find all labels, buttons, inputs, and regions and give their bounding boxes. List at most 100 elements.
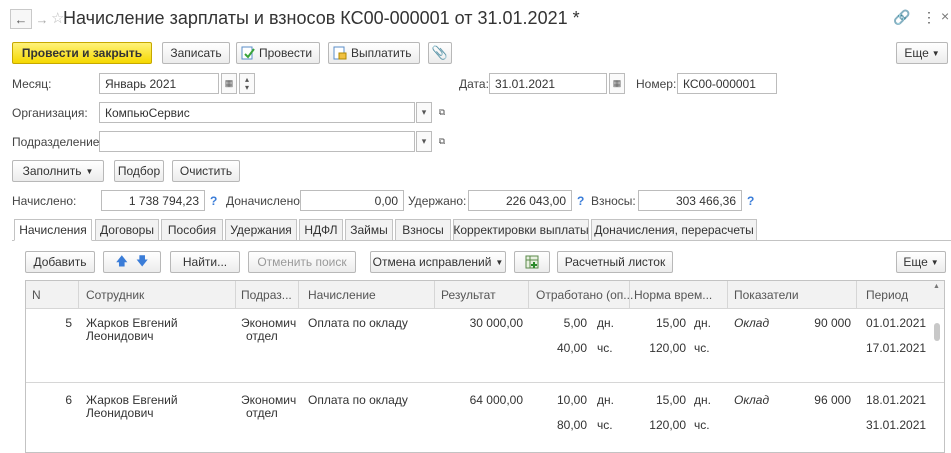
col-accrual[interactable]: Начисление bbox=[308, 288, 376, 302]
accruals-table[interactable]: N Сотрудник Подраз... Начисление Результ… bbox=[25, 280, 945, 453]
department-field[interactable] bbox=[99, 131, 415, 152]
row1-period-to[interactable]: 17.01.2021 bbox=[866, 341, 926, 355]
pay-button-label: Выплатить bbox=[351, 46, 412, 60]
scroll-up-icon[interactable]: ▲ bbox=[933, 283, 940, 290]
row2-period-to[interactable]: 31.01.2021 bbox=[866, 418, 926, 432]
col-norm[interactable]: Норма врем... bbox=[634, 288, 712, 302]
table-scrollbar[interactable]: ▲ bbox=[933, 283, 942, 451]
row2-indicator-value[interactable]: 96 000 bbox=[796, 393, 851, 407]
row2-norm-days[interactable]: 15,00 bbox=[641, 393, 686, 407]
row2-accrual[interactable]: Оплата по окладу bbox=[308, 393, 408, 407]
row2-department[interactable]: Экономич bbox=[241, 393, 296, 407]
col-employee[interactable]: Сотрудник bbox=[86, 288, 144, 302]
post-and-close-button[interactable]: Провести и закрыть bbox=[12, 42, 152, 64]
pick-button[interactable]: Подбор bbox=[114, 160, 164, 182]
row1-department[interactable]: Экономич bbox=[241, 316, 296, 330]
contrib-label: Взносы: bbox=[591, 194, 636, 208]
cancel-search-button[interactable]: Отменить поиск bbox=[248, 251, 356, 273]
row1-worked-days[interactable]: 5,00 bbox=[546, 316, 587, 330]
row1-employee-name[interactable]: Жарков Евгений bbox=[86, 316, 178, 330]
add-row-button[interactable]: Добавить bbox=[25, 251, 95, 273]
row2-department-2[interactable]: отдел bbox=[246, 406, 278, 420]
date-label: Дата: bbox=[459, 77, 489, 91]
tab-loans[interactable]: Займы bbox=[345, 219, 393, 241]
col-n[interactable]: N bbox=[32, 288, 41, 302]
row1-norm-hours[interactable]: 120,00 bbox=[641, 341, 686, 355]
tab-deductions[interactable]: Удержания bbox=[225, 219, 297, 241]
col-sep bbox=[434, 281, 435, 309]
row1-n: 5 bbox=[65, 316, 72, 330]
payslip-button[interactable]: Расчетный листок bbox=[557, 251, 673, 273]
scrollbar-thumb[interactable] bbox=[934, 323, 940, 341]
move-buttons[interactable]: 🡅 🡇 bbox=[103, 251, 161, 273]
row-separator bbox=[26, 382, 944, 383]
number-field[interactable]: КС00-000001 bbox=[677, 73, 777, 94]
row1-department-2[interactable]: отдел bbox=[246, 329, 278, 343]
row2-norm-hours[interactable]: 120,00 bbox=[641, 418, 686, 432]
withheld-help-icon[interactable]: ? bbox=[577, 194, 584, 208]
post-button[interactable]: Провести bbox=[236, 42, 320, 64]
row1-indicator-value[interactable]: 90 000 bbox=[796, 316, 851, 330]
paperclip-icon: 📎 bbox=[431, 45, 449, 60]
date-field[interactable]: 31.01.2021 bbox=[489, 73, 607, 94]
row1-norm-days[interactable]: 15,00 bbox=[641, 316, 686, 330]
grid-more-button[interactable]: Еще ▼ bbox=[896, 251, 946, 273]
tab-recalculations[interactable]: Доначисления, перерасчеты bbox=[591, 219, 757, 241]
date-calendar-icon[interactable]: ▦ bbox=[609, 73, 625, 94]
tab-contributions[interactable]: Взносы bbox=[395, 219, 451, 241]
tab-payment-corrections[interactable]: Корректировки выплаты bbox=[453, 219, 589, 241]
row2-norm-hours-unit: чс. bbox=[694, 418, 710, 432]
col-period[interactable]: Период bbox=[866, 288, 908, 302]
attach-button[interactable]: 📎 bbox=[428, 42, 452, 64]
col-result[interactable]: Результат bbox=[441, 288, 496, 302]
row1-accrual[interactable]: Оплата по окладу bbox=[308, 316, 408, 330]
row2-employee-name[interactable]: Жарков Евгений bbox=[86, 393, 178, 407]
more-menu-icon[interactable]: ⋮ bbox=[922, 9, 936, 26]
clear-button[interactable]: Очистить bbox=[172, 160, 240, 182]
contrib-help-icon[interactable]: ? bbox=[747, 194, 754, 208]
row1-employee-patronymic[interactable]: Леонидович bbox=[86, 329, 154, 343]
back-button[interactable]: ← bbox=[10, 9, 32, 29]
calendar-icon[interactable]: ▦ bbox=[221, 73, 237, 94]
link-icon[interactable]: 🔗 bbox=[893, 9, 910, 26]
find-button[interactable]: Найти... bbox=[170, 251, 240, 273]
row2-result[interactable]: 64 000,00 bbox=[431, 393, 523, 407]
arrow-up-icon[interactable]: 🡅 bbox=[116, 252, 128, 273]
row1-period-from[interactable]: 01.01.2021 bbox=[866, 316, 926, 330]
row2-worked-hours[interactable]: 80,00 bbox=[546, 418, 587, 432]
row1-worked-hours-unit: чс. bbox=[597, 341, 613, 355]
cancel-fix-button[interactable]: Отмена исправлений ▼ bbox=[370, 251, 506, 273]
col-indicators[interactable]: Показатели bbox=[734, 288, 799, 302]
row1-worked-hours[interactable]: 40,00 bbox=[546, 341, 587, 355]
col-worked[interactable]: Отработано (оп... bbox=[536, 288, 633, 302]
row2-worked-days[interactable]: 10,00 bbox=[546, 393, 587, 407]
row2-indicator[interactable]: Оклад bbox=[734, 393, 769, 407]
tab-accruals[interactable]: Начисления bbox=[14, 219, 92, 241]
dept-open-icon[interactable]: ⧉ bbox=[434, 131, 450, 152]
org-open-icon[interactable]: ⧉ bbox=[434, 102, 450, 123]
fill-button[interactable]: Заполнить ▼ bbox=[12, 160, 104, 182]
tab-contracts[interactable]: Договоры bbox=[95, 219, 159, 241]
table-settings-button[interactable] bbox=[514, 251, 550, 273]
tab-ndfl[interactable]: НДФЛ bbox=[299, 219, 343, 241]
pay-doc-icon bbox=[333, 46, 347, 60]
accrued-label: Начислено: bbox=[12, 194, 77, 208]
arrow-down-icon[interactable]: 🡇 bbox=[136, 252, 148, 273]
org-dropdown-icon[interactable]: ▾ bbox=[416, 102, 432, 123]
tab-benefits[interactable]: Пособия bbox=[161, 219, 223, 241]
col-department[interactable]: Подраз... bbox=[241, 288, 292, 302]
accrued-help-icon[interactable]: ? bbox=[210, 194, 217, 208]
organization-field[interactable]: КомпьюСервис bbox=[99, 102, 415, 123]
more-button[interactable]: Еще ▼ bbox=[896, 42, 948, 64]
row2-period-from[interactable]: 18.01.2021 bbox=[866, 393, 926, 407]
row1-indicator[interactable]: Оклад bbox=[734, 316, 769, 330]
row1-result[interactable]: 30 000,00 bbox=[431, 316, 523, 330]
month-stepper[interactable]: ▴ ▾ bbox=[239, 73, 255, 94]
pay-button[interactable]: Выплатить bbox=[328, 42, 420, 64]
row2-employee-patronymic[interactable]: Леонидович bbox=[86, 406, 154, 420]
close-icon[interactable]: × bbox=[941, 8, 949, 24]
forward-button[interactable]: → bbox=[31, 9, 53, 29]
write-button[interactable]: Записать bbox=[162, 42, 230, 64]
dept-dropdown-icon[interactable]: ▾ bbox=[416, 131, 432, 152]
month-field[interactable]: Январь 2021 bbox=[99, 73, 219, 94]
